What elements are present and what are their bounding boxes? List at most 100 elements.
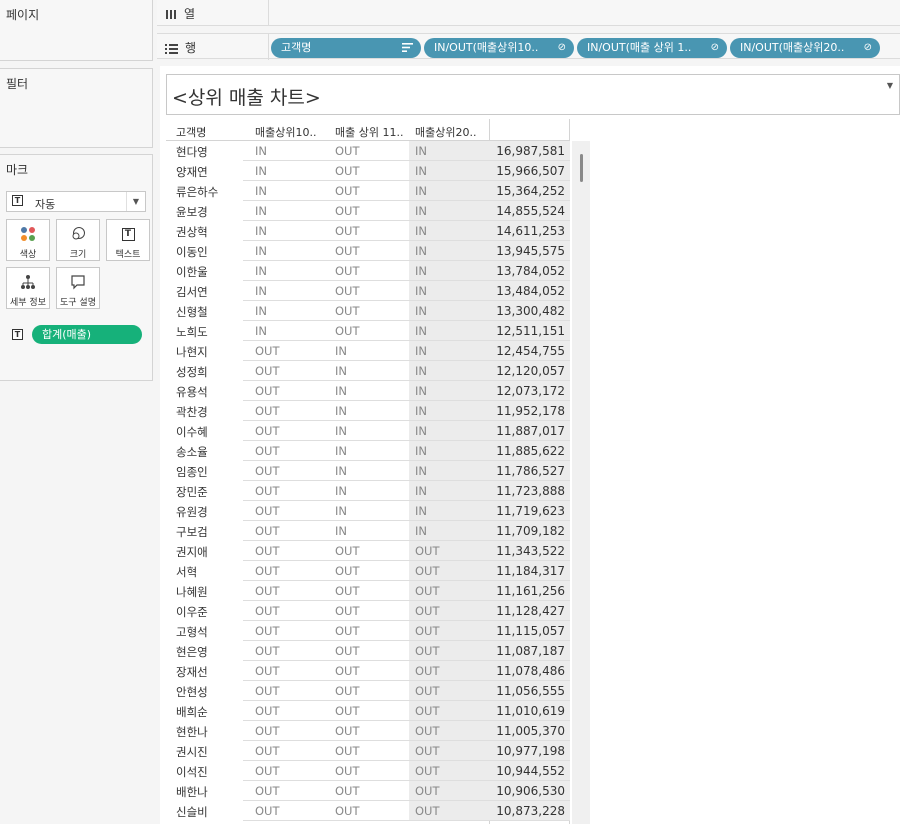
table-row[interactable]: 송소율 OUT IN IN 11,885,622: [166, 441, 570, 461]
vertical-scrollbar[interactable]: [572, 141, 590, 824]
cell-top10: OUT: [255, 384, 280, 398]
table-row[interactable]: 구보검 OUT IN IN 11,709,182: [166, 521, 570, 541]
cell-top11: OUT: [335, 784, 360, 798]
scrollbar-thumb[interactable]: [580, 154, 583, 182]
cell-sales: 11,161,256: [496, 584, 565, 598]
table-row[interactable]: 현다영 IN OUT IN 16,987,581: [166, 141, 570, 161]
inout-top20-pill[interactable]: IN/OUT(매출상위20.. ⊘: [730, 38, 880, 58]
cell-customer-name: 현은영: [176, 645, 208, 659]
table-row[interactable]: 안현성 OUT OUT OUT 11,056,555: [166, 681, 570, 701]
worksheet-title-box[interactable]: <상위 매출 차트> ▼: [166, 74, 900, 115]
text-button[interactable]: T 텍스트: [106, 219, 150, 261]
header-top10[interactable]: 매출상위10..: [255, 124, 331, 139]
cell-top10: IN: [255, 304, 267, 318]
filters-card[interactable]: 필터: [0, 68, 153, 148]
color-icon: [7, 226, 49, 242]
table-row[interactable]: 유용석 OUT IN IN 12,073,172: [166, 381, 570, 401]
cell-top11: IN: [335, 364, 347, 378]
size-button[interactable]: 크기: [56, 219, 100, 261]
cell-top10: OUT: [255, 404, 280, 418]
cell-top11: OUT: [335, 164, 360, 178]
cell-top10: OUT: [255, 424, 280, 438]
table-row[interactable]: 이수혜 OUT IN IN 11,887,017: [166, 421, 570, 441]
cell-customer-name: 양재연: [176, 165, 208, 179]
table-row[interactable]: 이동인 IN OUT IN 13,945,575: [166, 241, 570, 261]
cell-customer-name: 노희도: [176, 325, 208, 339]
cell-customer-name: 유용석: [176, 385, 208, 399]
cell-customer-name: 임종인: [176, 465, 208, 479]
table-row[interactable]: 곽찬경 OUT IN IN 11,952,178: [166, 401, 570, 421]
worksheet: <상위 매출 차트> ▼ 고객명 매출상위10.. 매출 상위 11.. 매출상…: [160, 66, 900, 824]
cell-sales: 13,484,052: [496, 284, 565, 298]
table-row[interactable]: 임종인 OUT IN IN 11,786,527: [166, 461, 570, 481]
cell-sales: 10,873,228: [496, 804, 565, 818]
cell-top11: OUT: [335, 204, 360, 218]
row-divider: [243, 820, 570, 821]
marks-card: 마크 T 자동 ▼ 색상 크기 T 텍스트 세부 정보 도구 설명 T 합계(매…: [0, 154, 153, 381]
table-row[interactable]: 김서연 IN OUT IN 13,484,052: [166, 281, 570, 301]
cell-top20: OUT: [415, 684, 440, 698]
table-row[interactable]: 나현지 OUT IN IN 12,454,755: [166, 341, 570, 361]
table-row[interactable]: 현한나 OUT OUT OUT 11,005,370: [166, 721, 570, 741]
table-row[interactable]: 권지애 OUT OUT OUT 11,343,522: [166, 541, 570, 561]
columns-shelf-label: 열: [165, 5, 195, 22]
table-row[interactable]: 권시진 OUT OUT OUT 10,977,198: [166, 741, 570, 761]
tooltip-button[interactable]: 도구 설명: [56, 267, 100, 309]
table-row[interactable]: 성정희 OUT IN IN 12,120,057: [166, 361, 570, 381]
table-row[interactable]: 서혁 OUT OUT OUT 11,184,317: [166, 561, 570, 581]
columns-icon: [166, 9, 176, 19]
header-top11[interactable]: 매출 상위 11..: [335, 124, 411, 139]
color-button[interactable]: 색상: [6, 219, 50, 261]
table-row[interactable]: 이한울 IN OUT IN 13,784,052: [166, 261, 570, 281]
cell-sales: 12,073,172: [496, 384, 565, 398]
text-mark-icon: T: [12, 195, 23, 206]
table-row[interactable]: 윤보경 IN OUT IN 14,855,524: [166, 201, 570, 221]
header-top20[interactable]: 매출상위20..: [415, 124, 491, 139]
table-row[interactable]: 이석진 OUT OUT OUT 10,944,552: [166, 761, 570, 781]
cell-sales: 12,454,755: [496, 344, 565, 358]
mark-type-dropdown[interactable]: T 자동 ▼: [6, 191, 146, 212]
pages-card-title: 페이지: [6, 8, 40, 22]
cell-top20: IN: [415, 284, 427, 298]
table-row[interactable]: 이우준 OUT OUT OUT 11,128,427: [166, 601, 570, 621]
table-row[interactable]: 장재선 OUT OUT OUT 11,078,486: [166, 661, 570, 681]
rows-shelf[interactable]: 행 고객명 IN/OUT(매출상위10.. ⊘ IN/OUT(매출 상위 1..…: [157, 33, 900, 60]
cell-sales: 11,887,017: [496, 424, 565, 438]
pages-card[interactable]: 페이지: [0, 0, 153, 61]
columns-shelf[interactable]: 열: [157, 0, 900, 26]
chevron-down-icon[interactable]: ▼: [887, 81, 893, 90]
sum-sales-pill[interactable]: 합계(매출): [32, 325, 142, 344]
table-row[interactable]: 배희순 OUT OUT OUT 11,010,619: [166, 701, 570, 721]
text-encoding-icon: T: [12, 329, 23, 340]
cell-top11: OUT: [335, 804, 360, 818]
table-row[interactable]: 양재연 IN OUT IN 15,966,507: [166, 161, 570, 181]
detail-button[interactable]: 세부 정보: [6, 267, 50, 309]
table-row[interactable]: 나혜원 OUT OUT OUT 11,161,256: [166, 581, 570, 601]
cell-sales: 12,120,057: [496, 364, 565, 378]
customer-name-pill[interactable]: 고객명: [271, 38, 421, 58]
table-row[interactable]: 류은하수 IN OUT IN 15,364,252: [166, 181, 570, 201]
cell-top11: OUT: [335, 584, 360, 598]
table-row[interactable]: 신형철 IN OUT IN 13,300,482: [166, 301, 570, 321]
cell-top11: OUT: [335, 224, 360, 238]
inout-top10-pill[interactable]: IN/OUT(매출상위10.. ⊘: [424, 38, 574, 58]
table-row[interactable]: 현은영 OUT OUT OUT 11,087,187: [166, 641, 570, 661]
cell-sales: 11,078,486: [496, 664, 565, 678]
cell-sales: 11,723,888: [496, 484, 565, 498]
cell-top10: OUT: [255, 444, 280, 458]
cell-top20: IN: [415, 244, 427, 258]
rows-label-text: 행: [185, 41, 197, 55]
table-row[interactable]: 유원경 OUT IN IN 11,719,623: [166, 501, 570, 521]
table-row[interactable]: 배한나 OUT OUT OUT 10,906,530: [166, 781, 570, 801]
cell-customer-name: 류은하수: [176, 185, 219, 199]
header-customer-name[interactable]: 고객명: [176, 124, 246, 139]
cell-top11: OUT: [335, 664, 360, 678]
table-row[interactable]: 고형석 OUT OUT OUT 11,115,057: [166, 621, 570, 641]
table-row[interactable]: 신슬비 OUT OUT OUT 10,873,228: [166, 801, 570, 821]
inout-top11-pill[interactable]: IN/OUT(매출 상위 1.. ⊘: [577, 38, 727, 58]
cell-top20: IN: [415, 304, 427, 318]
cell-top20: IN: [415, 464, 427, 478]
table-row[interactable]: 장민준 OUT IN IN 11,723,888: [166, 481, 570, 501]
table-row[interactable]: 노희도 IN OUT IN 12,511,151: [166, 321, 570, 341]
table-row[interactable]: 권상혁 IN OUT IN 14,611,253: [166, 221, 570, 241]
